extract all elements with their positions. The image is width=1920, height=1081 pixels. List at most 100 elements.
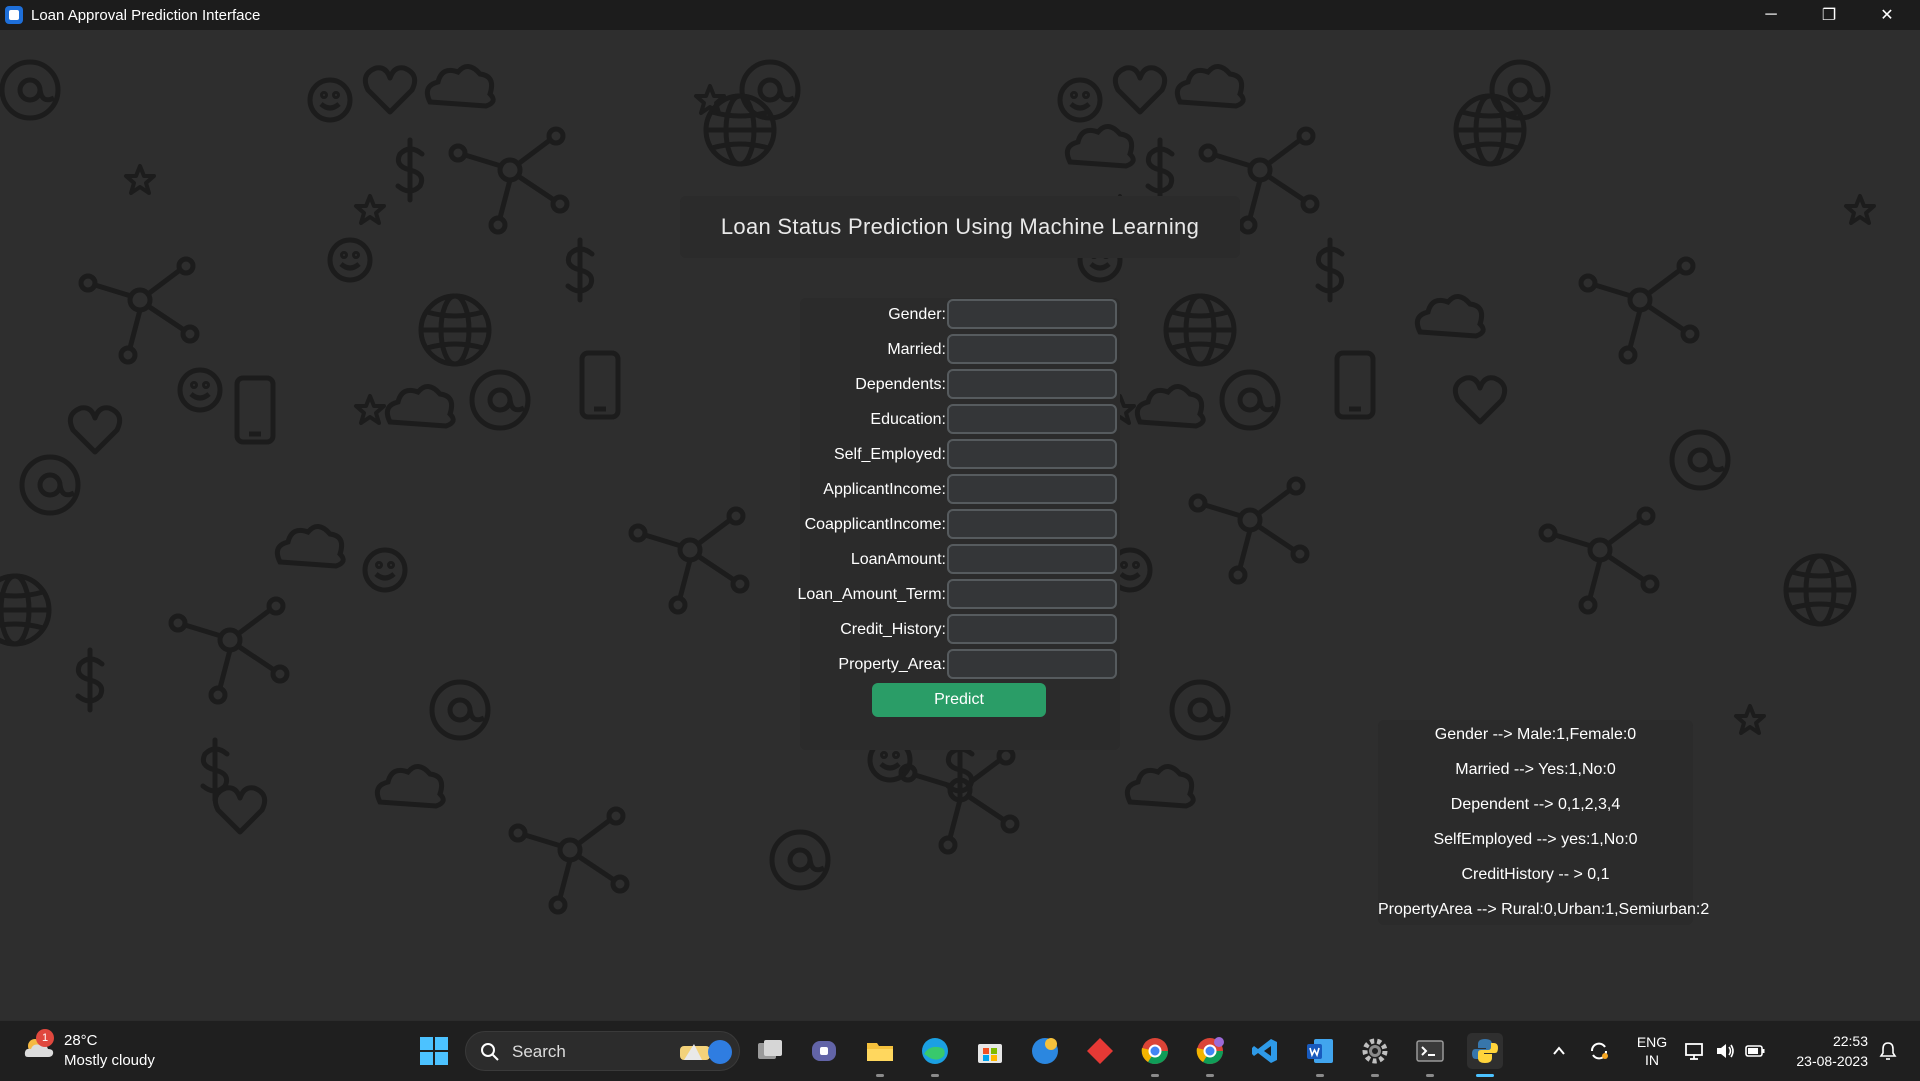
property-area-label: Property_Area:: [838, 656, 946, 673]
app-icon: [5, 6, 23, 24]
active-indicator: [1476, 1074, 1494, 1077]
settings-button[interactable]: [1357, 1033, 1393, 1077]
weather-widget[interactable]: 1 28°C Mostly cloudy: [22, 1029, 182, 1073]
applicant-income-input[interactable]: [947, 474, 1117, 504]
gender-input[interactable]: [947, 299, 1117, 329]
edge-button[interactable]: [917, 1033, 953, 1077]
python-app-button[interactable]: [1467, 1033, 1503, 1077]
running-indicator: [1316, 1074, 1324, 1077]
close-button[interactable]: ✕: [1858, 0, 1916, 30]
loan-amount-term-label: Loan_Amount_Term:: [797, 586, 946, 603]
bell-icon: [1879, 1042, 1897, 1060]
terminal-button[interactable]: [1412, 1033, 1448, 1077]
running-indicator: [1151, 1074, 1159, 1077]
show-hidden-icons-button[interactable]: [1544, 1033, 1574, 1069]
python-icon: [1472, 1039, 1498, 1063]
legend-line-credit-history: CreditHistory -- > 0,1: [1461, 866, 1610, 883]
file-explorer-button[interactable]: [862, 1033, 898, 1077]
volume-tray-button[interactable]: [1712, 1033, 1738, 1069]
legend-line-property-area: PropertyArea --> Rural:0,Urban:1,Semiurb…: [1378, 901, 1710, 918]
window-titlebar: Loan Approval Prediction Interface ─ ❐ ✕: [0, 0, 1920, 30]
blue-globe-app-icon: [1032, 1038, 1058, 1064]
minimize-button[interactable]: ─: [1742, 0, 1800, 30]
chrome-icon: [1141, 1038, 1169, 1065]
education-input[interactable]: [947, 404, 1117, 434]
battery-icon: [1745, 1045, 1765, 1057]
terminal-icon: [1416, 1040, 1444, 1062]
windows-logo-icon: [420, 1037, 448, 1065]
maximize-button[interactable]: ❐: [1800, 0, 1858, 30]
credit-history-label: Credit_History:: [840, 621, 946, 638]
running-indicator: [1206, 1074, 1214, 1077]
search-label: Search: [512, 1042, 566, 1061]
word-button[interactable]: [1302, 1033, 1338, 1077]
store-button[interactable]: [972, 1033, 1008, 1069]
credit-history-input[interactable]: [947, 614, 1117, 644]
sync-icon: [1591, 1042, 1608, 1060]
gender-label: Gender:: [888, 306, 946, 323]
form-row-credit-history: Credit_History:: [800, 613, 1120, 647]
taskbar-search-box[interactable]: Search: [465, 1031, 740, 1071]
coapplicant-income-label: CoapplicantIncome:: [804, 516, 946, 533]
clock-time: 22:53: [1832, 1033, 1868, 1049]
vscode-icon: [1252, 1039, 1277, 1063]
teams-button[interactable]: [806, 1033, 842, 1069]
predict-button[interactable]: Predict: [872, 683, 1046, 717]
start-button[interactable]: [416, 1033, 452, 1069]
loan-form: Gender: Married: Dependents: Education: …: [797, 298, 1120, 750]
battery-tray-button[interactable]: [1742, 1033, 1768, 1069]
weather-badge: 1: [36, 1029, 54, 1047]
teams-icon: [812, 1041, 836, 1061]
legend-line-dependent: Dependent --> 0,1,2,3,4: [1450, 796, 1621, 813]
legend-line-self-employed: SelfEmployed --> yes:1,No:0: [1433, 831, 1638, 848]
form-row-dependents: Dependents:: [800, 368, 1120, 402]
chrome-button[interactable]: [1137, 1033, 1173, 1077]
self-employed-input[interactable]: [947, 439, 1117, 469]
network-icon: [1685, 1043, 1703, 1060]
married-input[interactable]: [947, 334, 1117, 364]
app-red-button[interactable]: [1082, 1033, 1118, 1069]
chrome-profile-button[interactable]: [1192, 1033, 1228, 1077]
task-view-icon: [758, 1040, 782, 1059]
legend-line-gender: Gender --> Male:1,Female:0: [1434, 726, 1637, 743]
dependents-label: Dependents:: [855, 376, 946, 393]
network-tray-button[interactable]: [1682, 1033, 1708, 1069]
loan-amount-input[interactable]: [947, 544, 1117, 574]
form-row-property-area: Property_Area:: [800, 648, 1120, 682]
page-title: Loan Status Prediction Using Machine Lea…: [680, 196, 1240, 258]
window-title: Loan Approval Prediction Interface: [31, 6, 261, 24]
married-label: Married:: [887, 341, 946, 358]
running-indicator: [931, 1074, 939, 1077]
language-code: ENG: [1636, 1034, 1668, 1050]
region-code: IN: [1645, 1052, 1659, 1068]
taskbar-clock[interactable]: 22:53 23-08-2023: [1796, 1031, 1868, 1071]
loan-amount-term-input[interactable]: [947, 579, 1117, 609]
search-highlight-icon: [680, 1040, 732, 1064]
form-row-coapplicant-income: CoapplicantIncome:: [800, 508, 1120, 542]
self-employed-label: Self_Employed:: [833, 446, 946, 463]
running-indicator: [1371, 1074, 1379, 1077]
folder-icon: [867, 1043, 893, 1061]
form-row-loan-amount-term: Loan_Amount_Term:: [797, 578, 1120, 612]
chevron-up-icon: [1553, 1046, 1565, 1055]
notifications-button[interactable]: [1874, 1033, 1902, 1069]
word-icon: [1307, 1039, 1333, 1063]
search-icon: [481, 1043, 499, 1061]
gear-icon: [1362, 1038, 1388, 1064]
edge-icon: [922, 1038, 948, 1064]
speaker-icon: [1717, 1044, 1734, 1058]
encoding-legend-panel: Gender --> Male:1,Female:0 Married --> Y…: [1378, 720, 1710, 925]
dependents-input[interactable]: [947, 369, 1117, 399]
vscode-button[interactable]: [1247, 1033, 1283, 1069]
red-diamond-app-icon: [1087, 1038, 1113, 1064]
property-area-input[interactable]: [947, 649, 1117, 679]
form-row-education: Education:: [800, 403, 1120, 437]
coapplicant-income-input[interactable]: [947, 509, 1117, 539]
app-blue-button[interactable]: [1027, 1033, 1063, 1069]
sync-tray-button[interactable]: [1584, 1033, 1614, 1069]
language-indicator[interactable]: ENG IN: [1634, 1033, 1670, 1069]
form-row-gender: Gender:: [800, 298, 1120, 332]
weather-condition: Mostly cloudy: [64, 1052, 155, 1069]
store-icon: [978, 1044, 1002, 1063]
task-view-button[interactable]: [752, 1033, 788, 1069]
